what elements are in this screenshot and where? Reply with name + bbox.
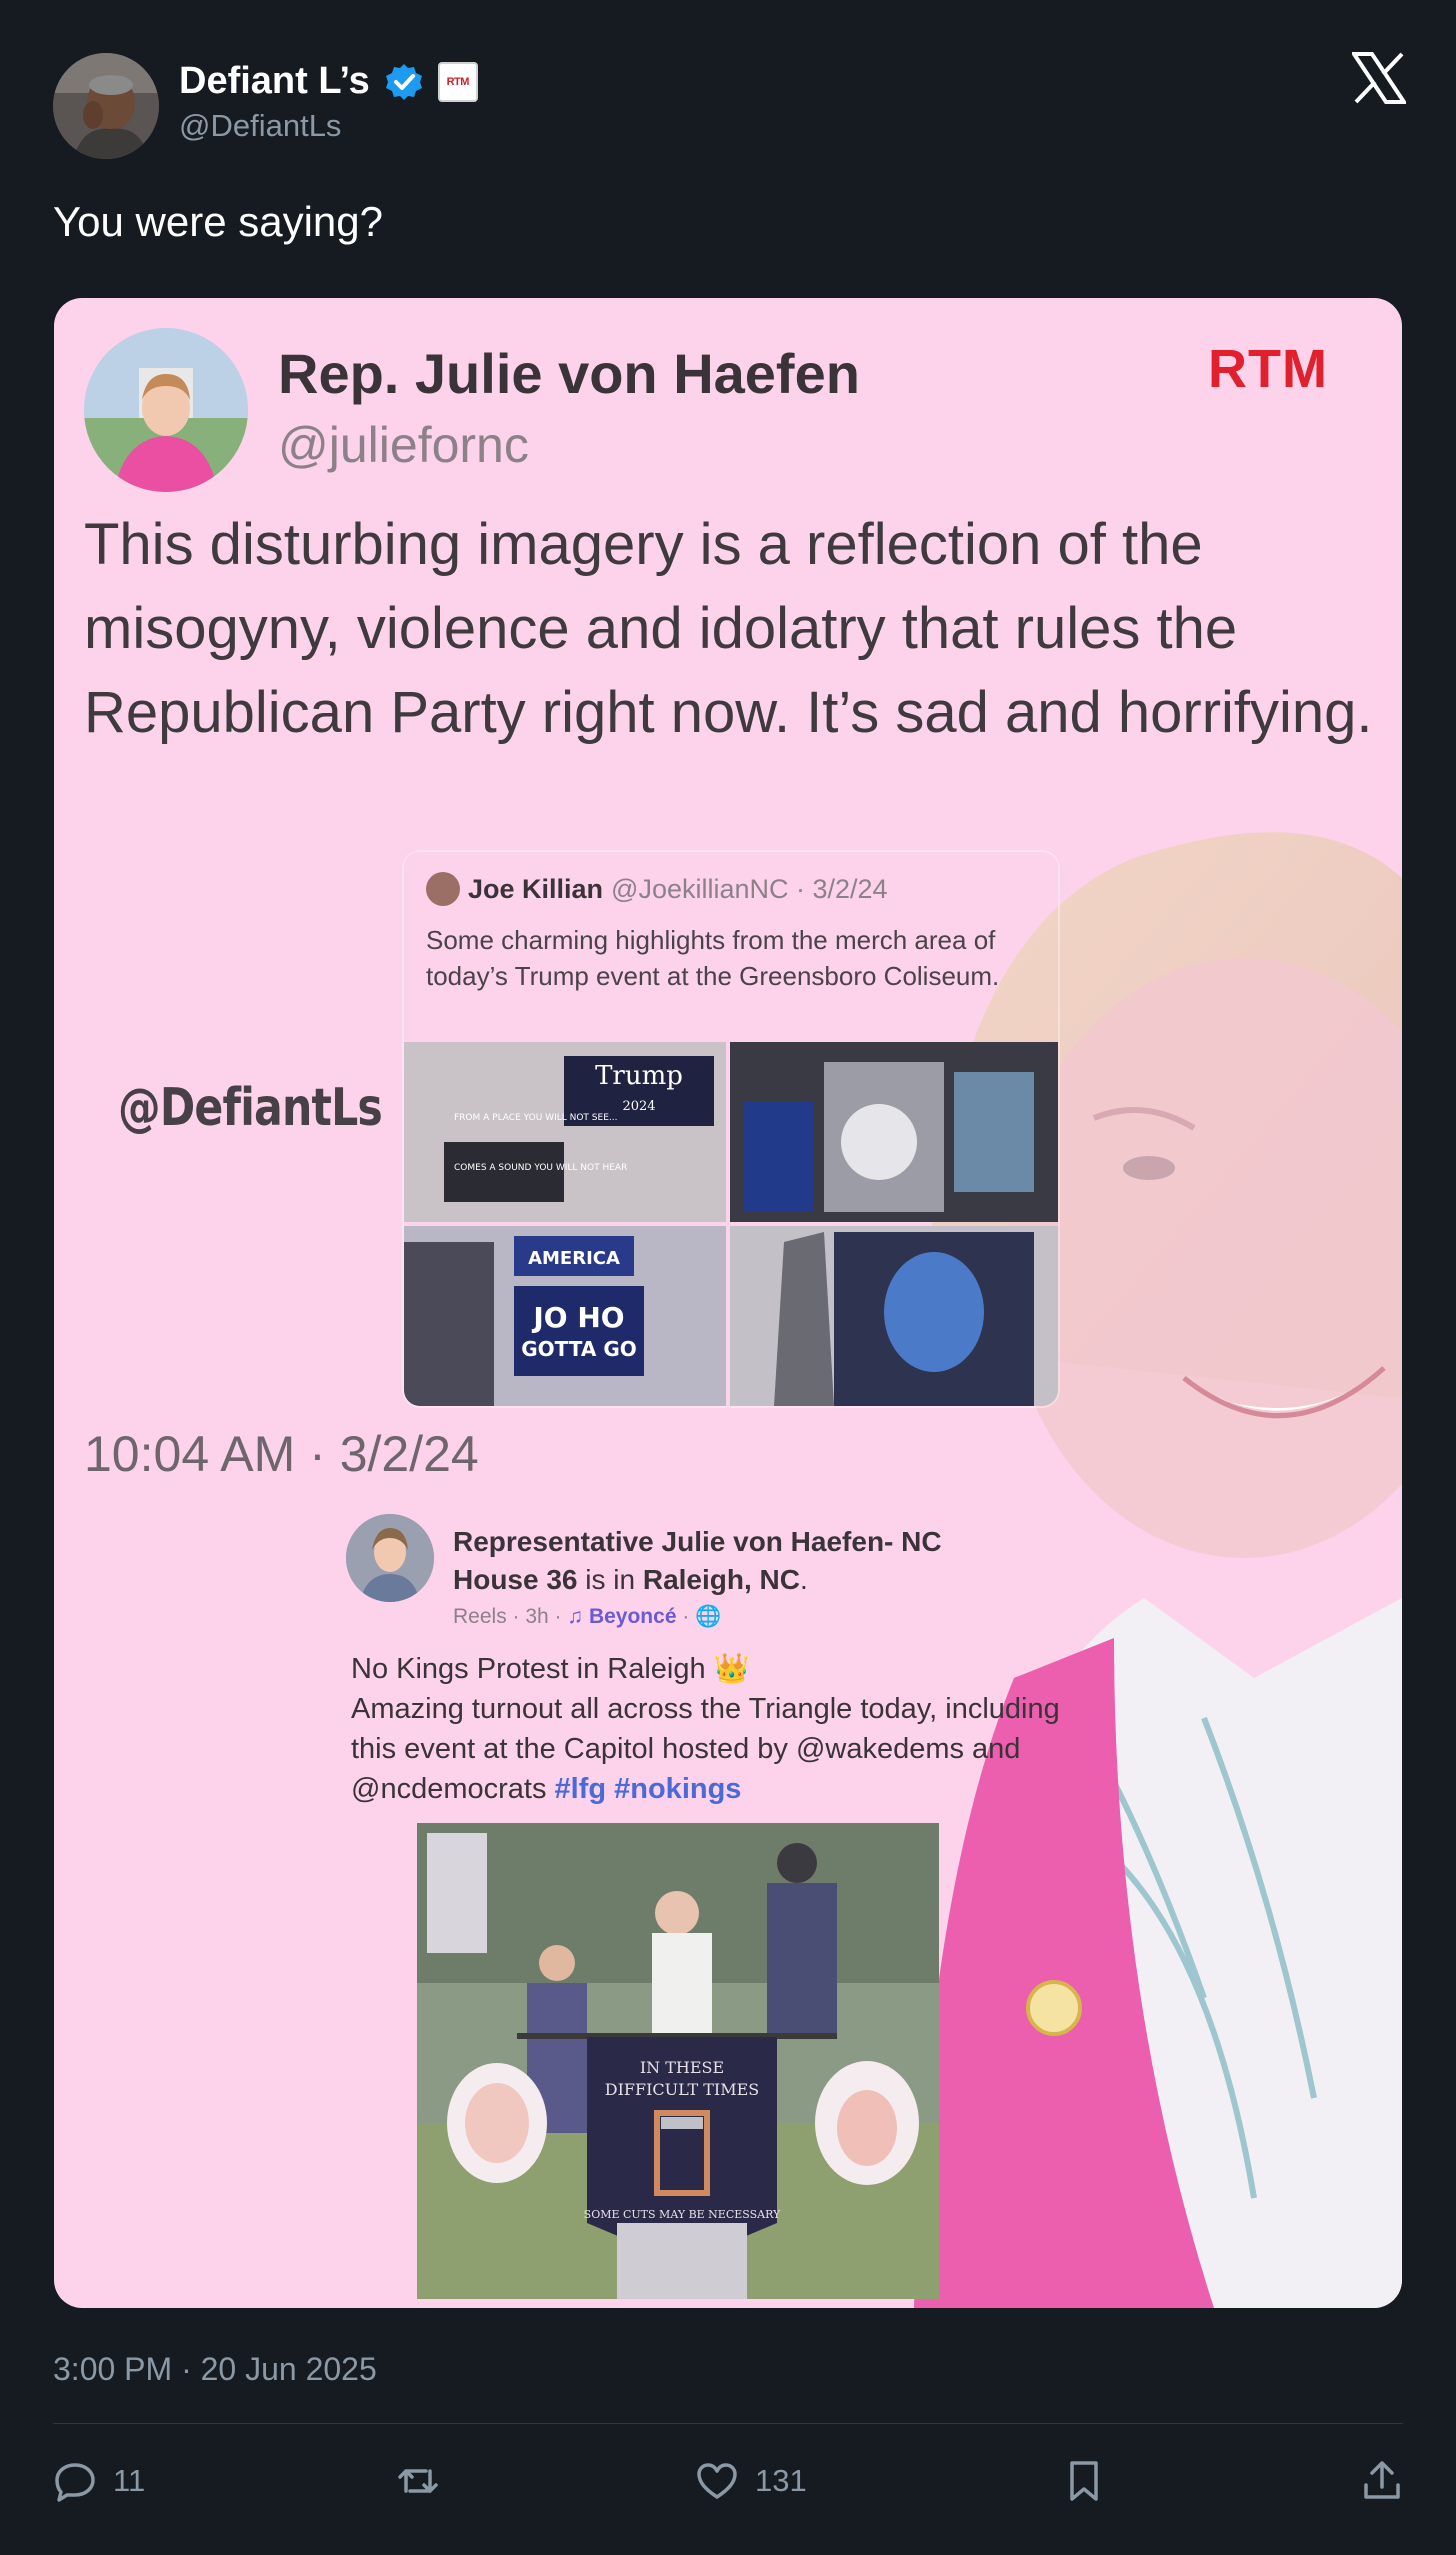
bookmark-button[interactable] — [1062, 2457, 1106, 2505]
quoted-author-handle: @juliefornc — [278, 417, 529, 473]
fb-meta: Reels · 3h · ♫ Beyoncé · 🌐 — [453, 1605, 721, 1629]
gotta-sign-text: GOTTA GO — [521, 1337, 636, 1361]
author-handle[interactable]: @DefiantLs — [179, 108, 341, 144]
joe-text: Some charming highlights from the merch … — [426, 925, 1000, 991]
sign-place-text: FROM A PLACE YOU WILL NOT SEE... — [454, 1113, 617, 1123]
quoted-tweet-text: This disturbing imagery is a reflection … — [84, 512, 1373, 745]
fb-name-end: . — [800, 1564, 808, 1595]
affiliate-badge[interactable]: RTM — [437, 61, 478, 102]
fb-meta-song: ♫ Beyoncé — [567, 1605, 677, 1628]
divider — [53, 2423, 1403, 2424]
banner-line3: SOME CUTS MAY BE NECESSARY — [584, 2208, 781, 2221]
fb-location: Raleigh, NC — [642, 1564, 800, 1595]
year-sign-text: 2024 — [622, 1099, 655, 1114]
fb-post-text: No Kings Protest in Raleigh 👑 Amazing tu… — [351, 1649, 1071, 1809]
fb-line1: No Kings Protest in Raleigh 👑 — [351, 1653, 750, 1685]
tweet-text: You were saying? — [53, 198, 384, 245]
quoted-author-name: Rep. Julie von Haefen — [278, 342, 860, 405]
america-sign-text: AMERICA — [528, 1248, 620, 1269]
like-count: 131 — [755, 2463, 807, 2498]
author-name-row[interactable]: Defiant L’s RTM — [179, 60, 478, 103]
joho-sign-text: JO HO — [531, 1301, 624, 1334]
author-name[interactable]: Defiant L’s — [179, 60, 370, 103]
retweet-button[interactable] — [396, 2457, 456, 2505]
banner-line1: IN THESE — [640, 2058, 724, 2077]
verified-badge-icon — [385, 63, 422, 100]
trump-sign-text: Trump — [595, 1061, 683, 1091]
retweet-icon — [398, 2469, 438, 2493]
heart-icon — [697, 2463, 737, 2499]
bookmark-icon — [1070, 2461, 1098, 2501]
watermark: @DefiantLs — [118, 1078, 383, 1138]
joe-meta: @JoekillianNC · 3/2/24 — [611, 873, 888, 904]
banner-line2: DIFFICULT TIMES — [605, 2080, 760, 2099]
tweet-timestamp[interactable]: 3:00 PM · 20 Jun 2025 — [53, 2351, 377, 2388]
protest-photo: IN THESE DIFFICULT TIMES SOME CUTS MAY B… — [417, 1823, 939, 2299]
reply-button[interactable]: 11 — [53, 2457, 145, 2505]
embedded-quote-tweet: Joe Killian @JoekillianNC · 3/2/24 Some … — [402, 850, 1060, 1408]
tweet-media[interactable]: Rep. Julie von Haefen @juliefornc RTM Th… — [54, 298, 1402, 2308]
affiliate-badge-label: RTM — [446, 75, 470, 88]
joe-avatar — [426, 872, 460, 906]
like-button[interactable]: 131 — [695, 2457, 807, 2505]
fb-meta-end: · — [676, 1605, 696, 1628]
x-logo-icon[interactable] — [1352, 52, 1406, 104]
rtm-logo: RTM — [1208, 339, 1328, 399]
share-icon — [1364, 2461, 1400, 2499]
joe-name: Joe Killian — [468, 873, 604, 904]
author-avatar[interactable] — [53, 53, 159, 159]
fb-is-in: is in — [577, 1564, 643, 1595]
fb-avatar — [346, 1514, 434, 1602]
fb-meta-reels: Reels · 3h · — [453, 1605, 568, 1628]
globe-icon: 🌐 — [695, 1605, 722, 1628]
fb-hashtags: #lfg #nokings — [554, 1773, 742, 1805]
sign-sound-text: COMES A SOUND YOU WILL NOT HEAR — [454, 1163, 627, 1173]
reply-count: 11 — [113, 2463, 146, 2498]
julie-avatar — [84, 328, 248, 492]
fb-author-line: Representative Julie von Haefen- NC Hous… — [453, 1523, 1013, 1599]
merch-photo-grid: Trump 2024 FROM A PLACE YOU WILL NOT SEE… — [404, 1042, 1058, 1406]
reply-icon — [55, 2463, 95, 2502]
quoted-timestamp: 10:04 AM · 3/2/24 — [84, 1426, 479, 1482]
share-button[interactable] — [1360, 2457, 1404, 2505]
